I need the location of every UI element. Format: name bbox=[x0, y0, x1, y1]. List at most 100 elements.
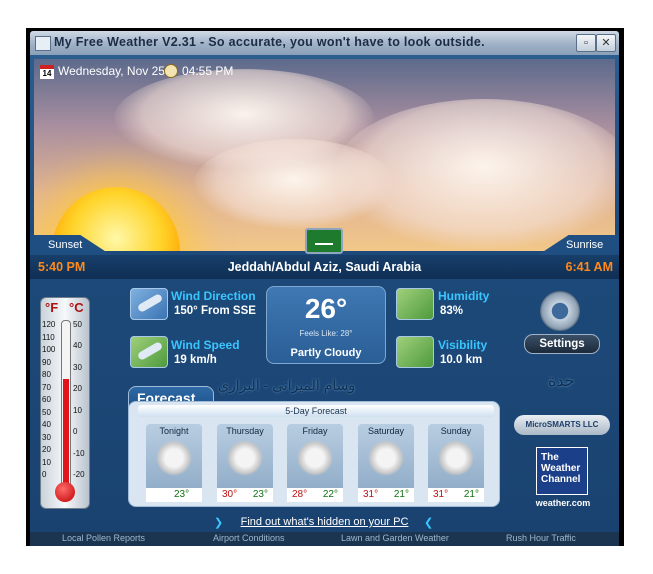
low-temp: 22° bbox=[322, 489, 338, 500]
scale-tick: 20 bbox=[42, 445, 51, 454]
calendar-icon: 14 bbox=[40, 65, 54, 79]
forecast-day[interactable]: Saturday 31° 21° bbox=[358, 424, 414, 502]
low-temp: 23° bbox=[174, 489, 190, 500]
scale-tick: 90 bbox=[42, 357, 51, 367]
link-airport[interactable]: Airport Conditions bbox=[213, 533, 285, 543]
microsmarts-logo[interactable]: MicroSMARTS LLC bbox=[514, 415, 610, 435]
forecast-day[interactable]: Tonight 23° bbox=[146, 424, 202, 502]
arabic-credit-text: وسام الميزاني - البراري bbox=[218, 377, 356, 393]
scale-tick: -20 bbox=[73, 470, 85, 479]
scale-tick: 70 bbox=[42, 382, 51, 392]
scale-tick: 10 bbox=[73, 405, 82, 415]
promo-link[interactable]: Find out what's hidden on your PC bbox=[30, 516, 619, 528]
scale-tick: 50 bbox=[73, 320, 82, 329]
link-rush-hour[interactable]: Rush Hour Traffic bbox=[506, 533, 576, 543]
high-temp: 28° bbox=[292, 489, 308, 500]
weather-channel-logo[interactable]: The Weather Channel bbox=[536, 447, 588, 495]
scale-tick: 110 bbox=[42, 332, 55, 342]
day-name: Thursday bbox=[226, 426, 264, 436]
location-bar: 5:40 PM Jeddah/Abdul Aziz, Saudi Arabia … bbox=[30, 255, 619, 279]
forecast-day[interactable]: Sunday 31° 21° bbox=[428, 424, 484, 502]
celsius-label: °C bbox=[69, 300, 84, 315]
sunrise-time: 6:41 AM bbox=[565, 260, 613, 274]
title-bar[interactable]: My Free Weather V2.31 - So accurate, you… bbox=[30, 31, 619, 55]
celsius-scale: 50 40 30 20 10 0 -10 -20 bbox=[73, 320, 95, 479]
wind-direction-icon[interactable] bbox=[130, 288, 168, 320]
high-temp: 30° bbox=[222, 489, 238, 500]
low-temp: 21° bbox=[393, 489, 409, 500]
partly-cloudy-icon bbox=[438, 440, 474, 476]
close-button[interactable]: ✕ bbox=[596, 34, 616, 52]
arabic-city-name: جدة bbox=[548, 373, 575, 390]
wind-direction-label: Wind Direction bbox=[171, 289, 256, 303]
wind-speed-label: Wind Speed bbox=[171, 338, 240, 352]
cloud-shape bbox=[194, 139, 394, 229]
visibility-label: Visibility bbox=[438, 338, 488, 352]
settings-button[interactable]: Settings bbox=[524, 334, 600, 354]
high-temp: 31° bbox=[363, 489, 379, 500]
country-flag-icon[interactable] bbox=[305, 228, 343, 254]
scale-tick: 10 bbox=[42, 457, 51, 467]
low-temp: 21° bbox=[463, 489, 479, 500]
day-temperatures: 31° 21° bbox=[428, 488, 484, 502]
day-name: Friday bbox=[302, 426, 328, 436]
visibility-value: 10.0 km bbox=[440, 354, 483, 366]
current-date: Wednesday, Nov 25 bbox=[58, 64, 165, 78]
thermometer: °F °C 120 110 100 90 80 70 60 50 40 30 20 10 0 50 40 3… bbox=[40, 297, 90, 509]
condition-description: Partly Cloudy bbox=[290, 347, 362, 359]
weather-panel: 14 Wednesday, Nov 25 04:55 PM Sunset Sun… bbox=[30, 55, 619, 541]
day-temperatures: 23° bbox=[146, 488, 202, 502]
scale-tick: 60 bbox=[42, 395, 51, 404]
forecast-header: 5-Day Forecast bbox=[138, 405, 494, 417]
scale-tick: 50 bbox=[42, 407, 51, 417]
humidity-label: Humidity bbox=[438, 289, 490, 303]
day-name: Saturday bbox=[367, 426, 405, 436]
current-temperature: 26° bbox=[304, 293, 348, 324]
day-temperatures: 30° 23° bbox=[217, 488, 273, 502]
twc-line-3: Channel bbox=[541, 474, 581, 485]
scale-tick: 100 bbox=[42, 345, 56, 354]
sunset-label: Sunset bbox=[48, 239, 83, 251]
weather-com-link[interactable]: weather.com bbox=[528, 498, 598, 508]
wind-speed-value: 19 km/h bbox=[174, 354, 217, 366]
partly-cloudy-icon bbox=[156, 440, 192, 476]
day-name: Tonight bbox=[159, 426, 189, 436]
restore-icon[interactable]: ▫ bbox=[576, 34, 596, 52]
scale-tick: -10 bbox=[73, 448, 85, 458]
window-title: My Free Weather V2.31 - So accurate, you… bbox=[54, 35, 485, 49]
current-temperature-box[interactable]: 26° Feels Like: 28° Partly Cloudy bbox=[266, 286, 386, 364]
bottom-links-bar: Local Pollen Reports Airport Conditions … bbox=[30, 532, 619, 546]
forecast-day[interactable]: Friday 28° 22° bbox=[287, 424, 343, 502]
thermometer-bulb bbox=[55, 482, 75, 502]
low-temp: 23° bbox=[252, 489, 268, 500]
forecast-day[interactable]: Thursday 30° 23° bbox=[217, 424, 273, 502]
twc-line-1: The bbox=[541, 452, 559, 463]
sunrise-label: Sunrise bbox=[566, 239, 604, 251]
day-temperatures: 28° 22° bbox=[287, 488, 343, 502]
scale-tick: 0 bbox=[73, 427, 78, 437]
link-lawn-garden[interactable]: Lawn and Garden Weather bbox=[341, 533, 449, 543]
current-time: 04:55 PM bbox=[182, 64, 234, 78]
humidity-icon[interactable] bbox=[396, 288, 434, 320]
scale-tick: 80 bbox=[42, 370, 51, 379]
scale-tick: 20 bbox=[73, 384, 82, 394]
sunny-icon bbox=[227, 440, 263, 476]
chevron-left-icon: ❮ bbox=[424, 517, 434, 529]
humidity-value: 83% bbox=[440, 305, 464, 317]
fahrenheit-label: °F bbox=[45, 300, 59, 315]
location-name[interactable]: Jeddah/Abdul Aziz, Saudi Arabia bbox=[30, 260, 619, 274]
partly-cloudy-icon bbox=[297, 440, 333, 476]
day-temperatures: 31° 21° bbox=[358, 488, 414, 502]
wind-direction-value: 150° From SSE bbox=[174, 305, 256, 317]
day-name: Sunday bbox=[440, 426, 472, 436]
gear-icon[interactable] bbox=[540, 291, 580, 331]
scale-tick: 30 bbox=[42, 432, 51, 442]
link-pollen[interactable]: Local Pollen Reports bbox=[62, 533, 145, 543]
scale-tick: 40 bbox=[42, 420, 51, 429]
fahrenheit-scale: 120 110 100 90 80 70 60 50 40 30 20 10 0 bbox=[42, 320, 64, 479]
scale-tick: 0 bbox=[42, 470, 47, 479]
scale-tick: 40 bbox=[73, 341, 82, 351]
wind-speed-icon[interactable] bbox=[130, 336, 168, 368]
twc-line-2: Weather bbox=[541, 463, 581, 474]
visibility-icon[interactable] bbox=[396, 336, 434, 368]
